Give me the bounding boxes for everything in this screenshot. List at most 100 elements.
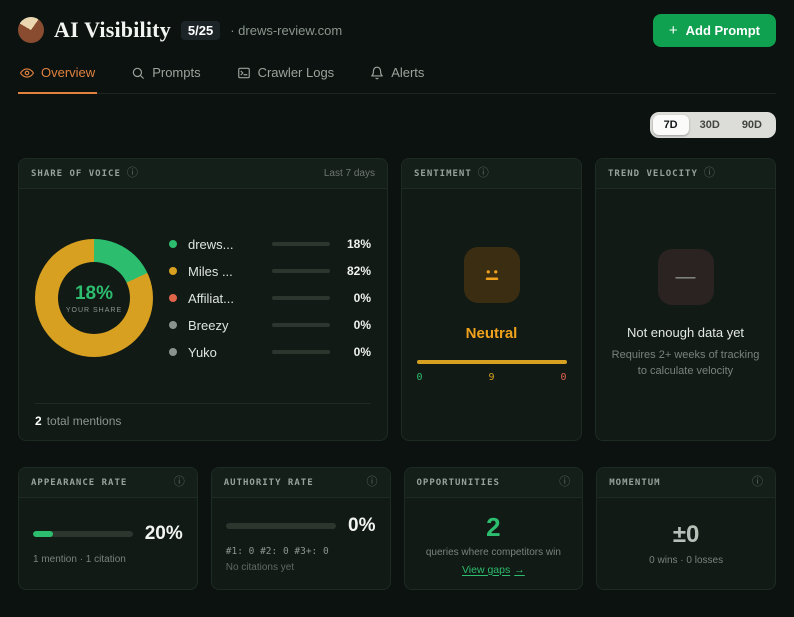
legend-bar <box>272 350 330 354</box>
share-donut-wrap: 18% YOUR SHARE <box>35 239 153 357</box>
authority-rate-sub: No citations yet <box>225 561 295 573</box>
app-logo-icon <box>18 17 44 43</box>
info-icon[interactable]: ⓘ <box>127 168 138 179</box>
opportunities-label: OPPORTUNITIES <box>416 477 500 488</box>
add-prompt-button[interactable]: + Add Prompt <box>652 14 776 47</box>
info-icon[interactable]: ⓘ <box>367 477 378 488</box>
legend-name: drews... <box>188 236 234 252</box>
sentiment-header: SENTIMENT ⓘ <box>402 159 581 189</box>
opportunities-value: 2 <box>486 511 501 542</box>
legend-dot <box>169 348 177 356</box>
sentiment-bar <box>416 359 567 364</box>
eye-icon <box>20 67 34 78</box>
minus-icon: — <box>657 249 714 306</box>
total-mentions: 2 total mentions <box>35 403 371 428</box>
negative-count: 0 <box>560 371 567 383</box>
time-range-selector: 7D 30D 90D <box>649 112 776 138</box>
tab-crawler-logs[interactable]: Crawler Logs <box>235 63 337 94</box>
info-icon[interactable]: ⓘ <box>478 168 489 179</box>
donut-center: 18% YOUR SHARE <box>35 239 153 357</box>
legend-dot <box>169 321 177 329</box>
legend-dot <box>169 267 177 275</box>
momentum-value: ±0 <box>672 521 700 548</box>
view-gaps-label: View gaps <box>461 563 511 576</box>
bell-icon <box>371 66 384 79</box>
quota-badge: 5/25 <box>180 20 221 40</box>
appearance-rate-value: 20% <box>144 522 183 544</box>
share-legend: drews... 18% Miles ... 82% Affiliat... 0… <box>169 237 371 360</box>
legend-pct: 0% <box>353 291 371 305</box>
authority-rate-body: 0% #1: 0 #2: 0 #3+: 0 No citations yet <box>212 498 390 589</box>
authority-rate-header: AUTHORITY RATE ⓘ <box>211 468 390 498</box>
info-icon[interactable]: ⓘ <box>559 477 570 488</box>
share-of-voice-header: SHARE OF VOICE ⓘ Last 7 days <box>19 159 387 189</box>
tab-bar: Overview Prompts Crawler Logs Alerts <box>18 63 776 94</box>
tab-alerts[interactable]: Alerts <box>368 63 426 94</box>
info-icon[interactable]: ⓘ <box>174 477 185 488</box>
your-share-value: 18% <box>74 282 114 304</box>
sentiment-body: Neutral 0 9 0 <box>402 189 581 440</box>
project-domain: · drews-review.com <box>230 22 343 38</box>
trend-velocity-body: — Not enough data yet Requires 2+ weeks … <box>596 189 775 440</box>
authority-rank-counts: #1: 0 #2: 0 #3+: 0 <box>225 545 329 557</box>
authority-rate-label: AUTHORITY RATE <box>223 477 314 488</box>
search-icon <box>132 67 145 79</box>
trend-velocity-label: TREND VELOCITY <box>608 168 698 179</box>
add-prompt-label: Add Prompt <box>685 23 760 38</box>
period-label: Last 7 days <box>323 168 375 179</box>
legend-dot <box>169 294 177 302</box>
trend-velocity-header: TREND VELOCITY ⓘ <box>596 159 775 189</box>
range-7d-button[interactable]: 7D <box>652 115 689 135</box>
sentiment-value: Neutral <box>465 324 518 342</box>
tab-overview-label: Overview <box>41 65 96 80</box>
total-mentions-caption: total mentions <box>46 414 122 428</box>
positive-count: 0 <box>416 371 423 383</box>
legend-dot <box>169 240 177 248</box>
legend-bar <box>272 323 330 327</box>
range-30d-button[interactable]: 30D <box>689 115 731 135</box>
view-gaps-link[interactable]: View gaps → <box>462 564 525 576</box>
opportunities-header: OPPORTUNITIES ⓘ <box>404 468 583 498</box>
appearance-rate-label: APPEARANCE RATE <box>31 477 128 488</box>
brand: AI Visibility 5/25 · drews-review.com <box>18 14 342 43</box>
share-of-voice-card: SHARE OF VOICE ⓘ Last 7 days 18% YOUR SH… <box>18 158 388 441</box>
authority-rate-card: AUTHORITY RATE ⓘ 0% #1: 0 #2: 0 #3+: 0 N… <box>210 467 391 590</box>
arrow-right-icon: → <box>514 563 525 576</box>
appearance-progress-fill <box>33 530 53 537</box>
legend-row: Yuko 0% <box>169 345 371 360</box>
tab-prompts[interactable]: Prompts <box>129 63 202 94</box>
range-90d-button[interactable]: 90D <box>731 115 773 135</box>
tab-crawler-logs-label: Crawler Logs <box>257 65 335 80</box>
momentum-header: MOMENTUM ⓘ <box>597 468 775 498</box>
momentum-sub: 0 wins · 0 losses <box>649 555 724 566</box>
tab-overview[interactable]: Overview <box>18 63 98 94</box>
momentum-label: MOMENTUM <box>609 477 661 488</box>
sentiment-counts: 0 9 0 <box>417 372 567 383</box>
plus-icon: + <box>668 22 678 39</box>
legend-pct: 0% <box>353 345 371 359</box>
sentiment-card: SENTIMENT ⓘ Neutral 0 9 0 <box>401 158 582 441</box>
appearance-rate-header: APPEARANCE RATE ⓘ <box>19 468 197 498</box>
legend-row: Breezy 0% <box>169 318 371 333</box>
neutral-face-icon <box>463 246 520 303</box>
opportunities-body: 2 queries where competitors win View gap… <box>405 498 583 589</box>
info-icon[interactable]: ⓘ <box>752 477 763 488</box>
momentum-card: MOMENTUM ⓘ ±0 0 wins · 0 losses <box>596 467 776 590</box>
authority-progress-bar <box>225 522 337 529</box>
info-icon[interactable]: ⓘ <box>704 168 715 179</box>
legend-name: Miles ... <box>188 263 233 279</box>
legend-bar <box>272 242 330 246</box>
tab-prompts-label: Prompts <box>152 65 201 80</box>
momentum-body: ±0 0 wins · 0 losses <box>597 498 775 589</box>
authority-rate-value: 0% <box>348 514 376 536</box>
share-of-voice-body: 18% YOUR SHARE drews... 18% Miles ... 82… <box>19 189 387 440</box>
tab-alerts-label: Alerts <box>391 65 425 80</box>
your-share-caption: YOUR SHARE <box>65 306 123 314</box>
share-of-voice-label: SHARE OF VOICE <box>31 168 121 179</box>
dashboard-page: AI Visibility 5/25 · drews-review.com + … <box>0 0 794 617</box>
crawler-logs-icon <box>237 67 250 78</box>
opportunities-description: queries where competitors win <box>425 546 561 558</box>
top-bar: AI Visibility 5/25 · drews-review.com + … <box>18 14 776 47</box>
legend-pct: 18% <box>346 237 371 251</box>
velocity-empty-description: Requires 2+ weeks of tracking to calcula… <box>611 349 760 377</box>
